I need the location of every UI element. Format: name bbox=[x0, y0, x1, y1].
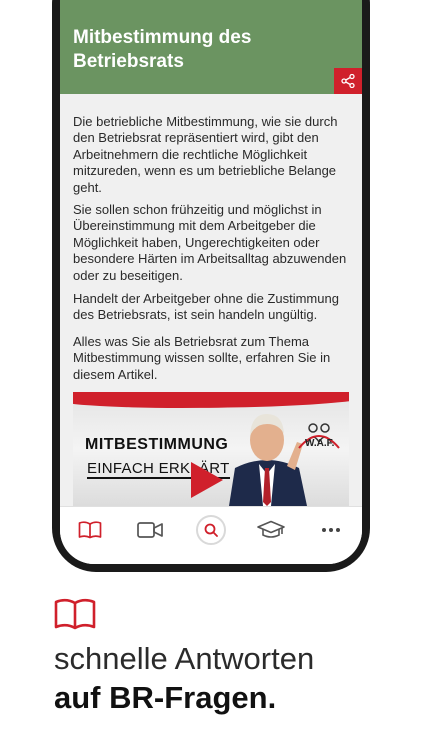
search-button[interactable] bbox=[196, 515, 226, 545]
tab-more[interactable] bbox=[313, 515, 349, 545]
article-body: Die betriebliche Mitbestimmung, wie sie … bbox=[60, 94, 362, 506]
book-icon bbox=[54, 598, 96, 630]
caption-line1: schnelle Antworten bbox=[54, 641, 315, 676]
article-paragraph: Handelt der Arbeitgeber ohne die Zustimm… bbox=[73, 291, 339, 323]
book-icon bbox=[78, 521, 102, 539]
article-title: Mitbestimmung des Betriebsrats bbox=[73, 27, 252, 72]
share-icon bbox=[341, 74, 355, 88]
play-icon[interactable] bbox=[191, 462, 223, 498]
search-icon bbox=[204, 523, 218, 537]
app-screen: Mitbestimmung des Betriebsrats Die betri… bbox=[60, 0, 362, 564]
article-paragraph: Alles was Sie als Betriebsrat zum Thema … bbox=[73, 334, 331, 382]
tab-book[interactable] bbox=[72, 515, 108, 545]
tab-academy[interactable] bbox=[253, 515, 289, 545]
video-thumbnail[interactable]: MITBESTIMMUNG EINFACH ERKLÄRT W.A.F. bbox=[73, 392, 349, 506]
article-paragraph: Sie sollen schon frühzeitig und möglichs… bbox=[73, 202, 347, 283]
tab-video[interactable] bbox=[132, 515, 168, 545]
share-button[interactable] bbox=[334, 68, 362, 94]
more-icon bbox=[322, 528, 340, 532]
video-title-line1: MITBESTIMMUNG bbox=[85, 436, 229, 453]
graduation-cap-icon bbox=[257, 520, 285, 538]
waf-logo: W.A.F. bbox=[305, 438, 335, 449]
tab-bar bbox=[60, 506, 362, 564]
tab-search[interactable] bbox=[193, 515, 229, 545]
article-header: Mitbestimmung des Betriebsrats bbox=[60, 0, 362, 94]
video-icon bbox=[137, 522, 163, 538]
article-paragraph: Die betriebliche Mitbestimmung, wie sie … bbox=[73, 114, 338, 195]
caption-line2: auf BR-Fragen. bbox=[54, 680, 277, 715]
